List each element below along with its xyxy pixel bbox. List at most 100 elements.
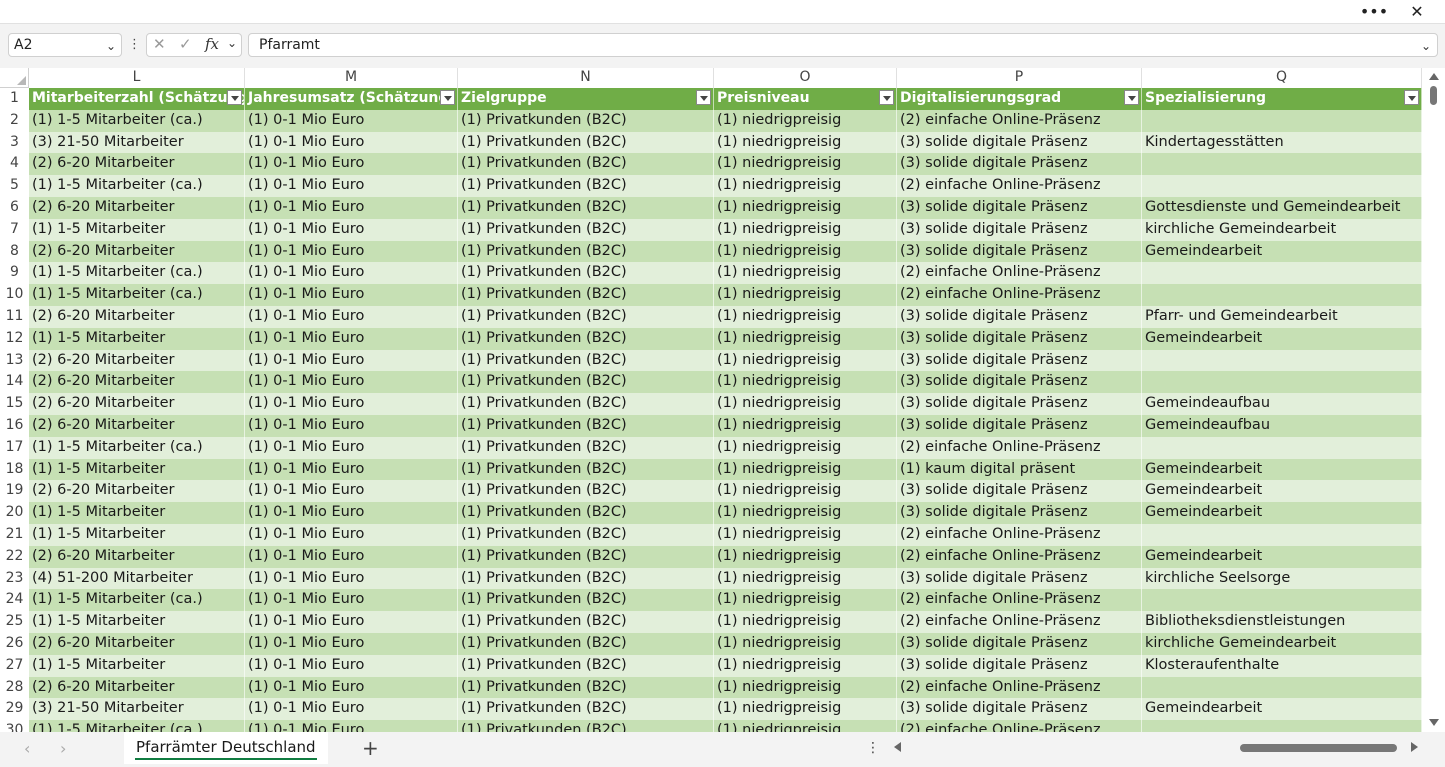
table-cell[interactable]: Gemeindearbeit xyxy=(1142,240,1422,263)
prev-sheet-icon[interactable]: ‹ xyxy=(24,739,30,758)
table-cell[interactable]: (1) Privatkunden (B2C) xyxy=(458,676,714,699)
table-cell[interactable]: (2) 6-20 Mitarbeiter xyxy=(29,371,245,394)
table-cell[interactable]: (1) Privatkunden (B2C) xyxy=(458,633,714,655)
table-cell[interactable]: (1) niedrigpreisig xyxy=(714,415,897,437)
table-cell[interactable]: (3) solide digitale Präsenz xyxy=(897,698,1142,721)
table-cell[interactable]: (1) niedrigpreisig xyxy=(714,524,897,546)
table-cell[interactable]: (1) 1-5 Mitarbeiter xyxy=(29,218,245,241)
table-cell[interactable]: (1) 0-1 Mio Euro xyxy=(245,698,458,721)
table-cell[interactable]: (2) 6-20 Mitarbeiter xyxy=(29,676,245,699)
table-cell[interactable]: (1) 0-1 Mio Euro xyxy=(245,262,458,285)
row-header[interactable]: 24 xyxy=(0,589,29,612)
table-cell[interactable]: (1) 0-1 Mio Euro xyxy=(245,218,458,241)
chevron-down-icon[interactable]: ⌄ xyxy=(106,35,116,57)
insert-function-icon[interactable]: fx xyxy=(205,35,219,53)
table-cell[interactable]: (1) 0-1 Mio Euro xyxy=(245,502,458,524)
table-cell[interactable]: (3) solide digitale Präsenz xyxy=(897,327,1142,350)
chevron-down-icon[interactable]: ⌄ xyxy=(227,36,237,50)
table-cell[interactable]: (1) niedrigpreisig xyxy=(714,436,897,459)
header-cell[interactable]: Digitalisierungsgrad xyxy=(897,88,1142,110)
table-cell[interactable]: (1) 0-1 Mio Euro xyxy=(245,589,458,612)
sheet-menu-icon[interactable]: ⋮ xyxy=(866,740,880,756)
table-cell[interactable]: (1) Privatkunden (B2C) xyxy=(458,654,714,677)
table-cell[interactable]: (1) 0-1 Mio Euro xyxy=(245,109,458,132)
table-cell[interactable]: (1) niedrigpreisig xyxy=(714,502,897,524)
table-cell[interactable]: (1) 1-5 Mitarbeiter (ca.) xyxy=(29,589,245,612)
table-cell[interactable]: (1) 0-1 Mio Euro xyxy=(245,371,458,394)
table-cell[interactable]: (1) 1-5 Mitarbeiter xyxy=(29,502,245,524)
table-cell[interactable]: (1) 0-1 Mio Euro xyxy=(245,393,458,415)
table-cell[interactable]: (1) 1-5 Mitarbeiter (ca.) xyxy=(29,436,245,459)
table-cell[interactable] xyxy=(1142,720,1422,732)
table-cell[interactable]: Gemeindeaufbau xyxy=(1142,393,1422,415)
row-header[interactable]: 25 xyxy=(0,611,29,633)
table-cell[interactable]: (3) solide digitale Präsenz xyxy=(897,306,1142,328)
table-cell[interactable]: (1) Privatkunden (B2C) xyxy=(458,567,714,590)
table-cell[interactable]: (2) einfache Online-Präsenz xyxy=(897,262,1142,285)
table-cell[interactable]: (2) 6-20 Mitarbeiter xyxy=(29,349,245,372)
table-cell[interactable]: Gemeindeaufbau xyxy=(1142,415,1422,437)
cancel-icon[interactable]: ✕ xyxy=(153,35,166,53)
table-cell[interactable]: (3) solide digitale Präsenz xyxy=(897,131,1142,154)
table-cell[interactable]: (2) 6-20 Mitarbeiter xyxy=(29,240,245,263)
table-cell[interactable]: (1) 0-1 Mio Euro xyxy=(245,611,458,633)
table-cell[interactable]: (1) 0-1 Mio Euro xyxy=(245,284,458,306)
table-cell[interactable]: (1) niedrigpreisig xyxy=(714,197,897,219)
table-cell[interactable]: (1) 0-1 Mio Euro xyxy=(245,175,458,197)
table-cell[interactable]: (2) einfache Online-Präsenz xyxy=(897,589,1142,612)
table-cell[interactable]: (1) niedrigpreisig xyxy=(714,131,897,154)
table-cell[interactable]: Gemeindearbeit xyxy=(1142,698,1422,721)
table-cell[interactable]: (1) Privatkunden (B2C) xyxy=(458,284,714,306)
table-cell[interactable]: (1) Privatkunden (B2C) xyxy=(458,720,714,732)
table-cell[interactable]: Pfarr- und Gemeindearbeit xyxy=(1142,306,1422,328)
scroll-up-icon[interactable] xyxy=(1429,73,1439,80)
table-cell[interactable]: (1) 1-5 Mitarbeiter (ca.) xyxy=(29,175,245,197)
table-cell[interactable]: (1) 1-5 Mitarbeiter xyxy=(29,611,245,633)
table-cell[interactable]: (1) 0-1 Mio Euro xyxy=(245,545,458,568)
table-cell[interactable]: (1) niedrigpreisig xyxy=(714,327,897,350)
header-cell[interactable]: Spezialisierung xyxy=(1142,88,1422,110)
table-cell[interactable]: kirchliche Seelsorge xyxy=(1142,567,1422,590)
table-cell[interactable]: (3) solide digitale Präsenz xyxy=(897,480,1142,503)
table-cell[interactable]: (1) Privatkunden (B2C) xyxy=(458,524,714,546)
table-cell[interactable]: (1) niedrigpreisig xyxy=(714,109,897,132)
table-cell[interactable]: (1) niedrigpreisig xyxy=(714,153,897,176)
table-cell[interactable]: (1) 0-1 Mio Euro xyxy=(245,240,458,263)
table-cell[interactable]: (1) Privatkunden (B2C) xyxy=(458,436,714,459)
table-cell[interactable]: (2) einfache Online-Präsenz xyxy=(897,676,1142,699)
table-cell[interactable] xyxy=(1142,676,1422,699)
table-cell[interactable] xyxy=(1142,109,1422,132)
row-header[interactable]: 11 xyxy=(0,306,29,328)
table-cell[interactable]: (2) einfache Online-Präsenz xyxy=(897,720,1142,732)
row-header[interactable]: 12 xyxy=(0,327,29,350)
row-header[interactable]: 14 xyxy=(0,371,29,394)
table-cell[interactable]: (3) solide digitale Präsenz xyxy=(897,415,1142,437)
row-header[interactable]: 19 xyxy=(0,480,29,503)
scroll-down-icon[interactable] xyxy=(1429,719,1439,726)
filter-dropdown-icon[interactable] xyxy=(227,90,242,105)
column-header[interactable]: P xyxy=(897,68,1142,88)
table-cell[interactable]: (2) 6-20 Mitarbeiter xyxy=(29,545,245,568)
table-cell[interactable]: (1) Privatkunden (B2C) xyxy=(458,175,714,197)
table-cell[interactable]: (1) Privatkunden (B2C) xyxy=(458,306,714,328)
table-cell[interactable]: (2) einfache Online-Präsenz xyxy=(897,524,1142,546)
table-cell[interactable]: (1) 0-1 Mio Euro xyxy=(245,654,458,677)
table-cell[interactable]: (1) 0-1 Mio Euro xyxy=(245,567,458,590)
table-cell[interactable]: (2) einfache Online-Präsenz xyxy=(897,436,1142,459)
table-cell[interactable]: (3) solide digitale Präsenz xyxy=(897,240,1142,263)
scroll-left-icon[interactable] xyxy=(894,742,901,752)
table-cell[interactable]: (1) 0-1 Mio Euro xyxy=(245,720,458,732)
table-cell[interactable]: (1) Privatkunden (B2C) xyxy=(458,545,714,568)
scroll-right-icon[interactable] xyxy=(1411,742,1418,752)
table-cell[interactable]: (2) 6-20 Mitarbeiter xyxy=(29,393,245,415)
table-cell[interactable]: (1) 0-1 Mio Euro xyxy=(245,415,458,437)
column-header[interactable]: O xyxy=(714,68,897,88)
row-header[interactable]: 29 xyxy=(0,698,29,721)
table-cell[interactable]: (1) Privatkunden (B2C) xyxy=(458,458,714,481)
table-cell[interactable]: (1) niedrigpreisig xyxy=(714,218,897,241)
filter-dropdown-icon[interactable] xyxy=(1124,90,1139,105)
table-cell[interactable]: kirchliche Gemeindearbeit xyxy=(1142,633,1422,655)
row-header[interactable]: 2 xyxy=(0,109,29,132)
row-header[interactable]: 27 xyxy=(0,654,29,677)
table-cell[interactable]: (1) niedrigpreisig xyxy=(714,306,897,328)
